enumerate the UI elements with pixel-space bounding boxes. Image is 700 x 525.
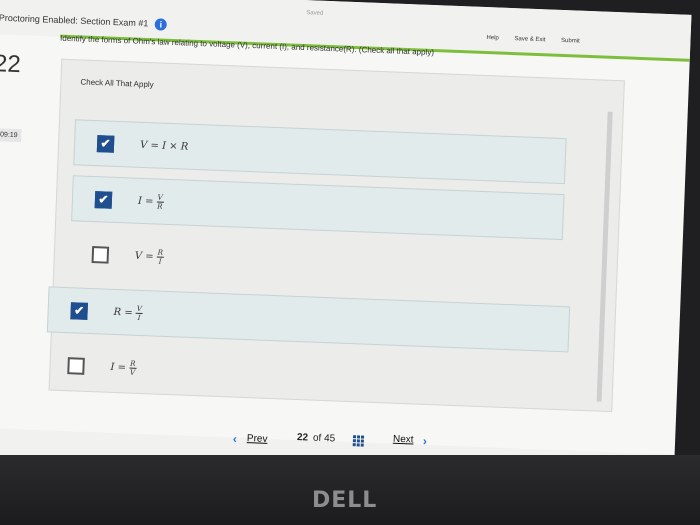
prev-button[interactable]: Prev <box>247 433 268 445</box>
question-grid-icon[interactable] <box>352 435 365 447</box>
help-button[interactable]: Help <box>486 35 499 41</box>
save-exit-button[interactable]: Save & Exit <box>514 36 545 43</box>
page-current: 22 <box>296 432 309 444</box>
top-actions: Help Save & Exit Submit <box>486 35 594 45</box>
screen: Saved Proctoring Enabled: Section Exam #… <box>0 0 692 483</box>
equation: I = R V <box>110 359 137 377</box>
fraction-numerator: R <box>129 359 137 369</box>
equation: V = R I <box>134 248 165 266</box>
equation: R = V I <box>113 304 144 322</box>
fraction-denominator: I <box>158 257 162 266</box>
brand-logo: DELL <box>312 488 378 513</box>
next-button[interactable]: Next <box>393 434 414 446</box>
equation: V = I × R <box>139 139 189 153</box>
checkbox-unchecked[interactable] <box>91 245 110 264</box>
fraction: R V <box>129 359 137 376</box>
equation-lhs: V <box>134 250 143 262</box>
equation-lhs: I <box>137 195 143 207</box>
next-chevron-icon[interactable]: › <box>423 434 428 448</box>
info-icon[interactable]: i <box>154 18 168 31</box>
fraction: R I <box>156 248 165 266</box>
equation-lhs: V <box>139 139 148 151</box>
proctoring-label: Proctoring Enabled: Section Exam #1 i <box>0 12 168 31</box>
checkbox-checked[interactable]: ✔ <box>96 134 115 153</box>
fraction: V I <box>135 304 144 322</box>
fraction-numerator: V <box>135 304 144 314</box>
fraction: V R <box>156 192 164 211</box>
fraction-denominator: I <box>137 313 141 322</box>
equation: I = V R <box>137 192 164 211</box>
submit-button[interactable]: Submit <box>561 38 580 45</box>
checkbox-unchecked[interactable] <box>67 356 85 375</box>
fraction-denominator: R <box>157 202 163 211</box>
fraction-numerator: V <box>156 192 164 203</box>
question-number: 22 <box>0 50 22 79</box>
page-total: of 45 <box>312 432 336 445</box>
fraction-numerator: R <box>156 248 165 258</box>
proctoring-text: Proctoring Enabled: Section Exam #1 <box>0 12 149 29</box>
equation-lhs: I <box>110 361 115 373</box>
equation-rhs: I × R <box>161 140 189 153</box>
equation-lhs: R <box>113 306 122 318</box>
checkbox-checked[interactable]: ✔ <box>94 190 113 209</box>
fraction-denominator: V <box>129 368 136 377</box>
saved-indicator: Saved <box>306 10 324 17</box>
prev-chevron-icon[interactable]: ‹ <box>233 432 238 446</box>
checkbox-checked[interactable]: ✔ <box>70 301 89 320</box>
timer: 01:09:19 <box>0 127 22 143</box>
